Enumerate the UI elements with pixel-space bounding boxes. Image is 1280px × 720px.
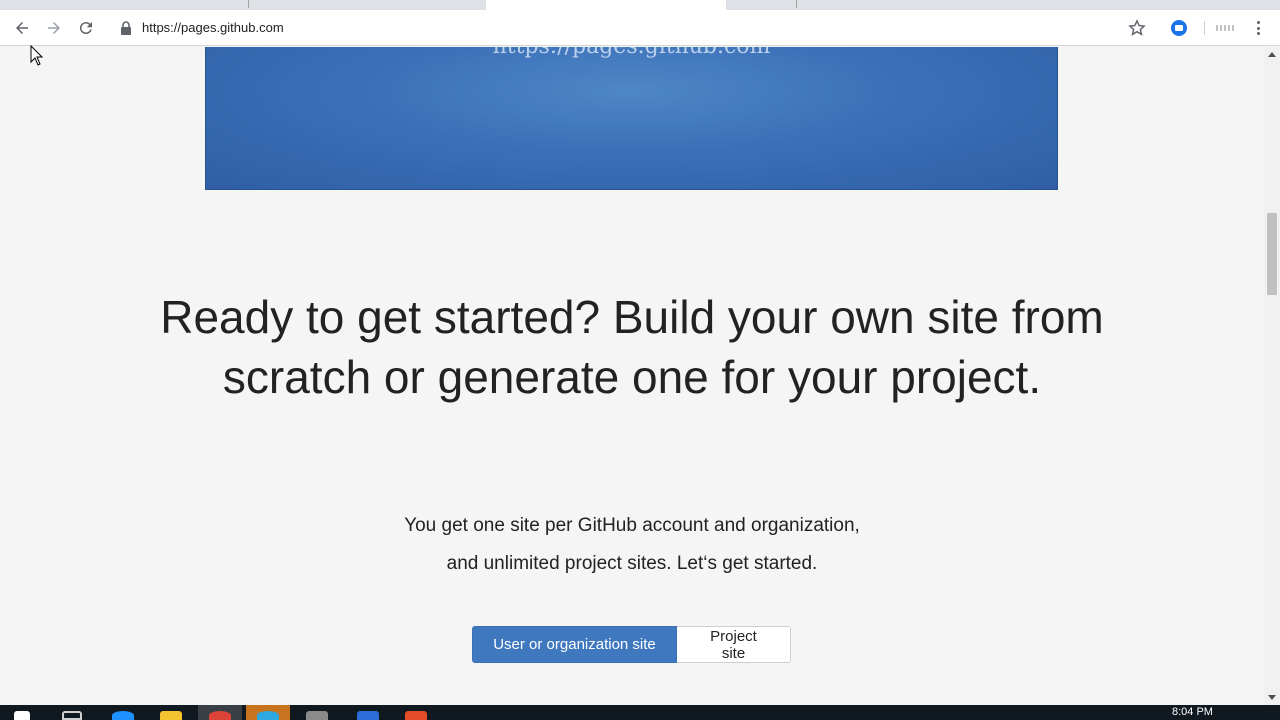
- user-or-organization-site-button[interactable]: User or organization site: [472, 626, 677, 663]
- reload-icon: [79, 22, 92, 35]
- star-icon[interactable]: [1127, 18, 1147, 38]
- scroll-up-icon[interactable]: [1268, 52, 1276, 57]
- site-type-selector: User or organization site Project site: [472, 626, 791, 663]
- vertical-scrollbar[interactable]: [1264, 47, 1280, 705]
- active-tab[interactable]: [486, 0, 726, 10]
- page-content: https://pages.github.com Ready to get st…: [0, 47, 1264, 705]
- forward-arrow-icon: [48, 22, 60, 34]
- hero-banner: https://pages.github.com: [205, 47, 1058, 190]
- app-icon[interactable]: [257, 711, 279, 720]
- task-view-icon[interactable]: [62, 711, 82, 720]
- video-extension-icon[interactable]: [1171, 20, 1187, 36]
- project-site-button[interactable]: Project site: [677, 626, 791, 663]
- toolbar-divider: [1204, 21, 1205, 35]
- tab-strip: [0, 0, 1280, 10]
- back-button[interactable]: [10, 16, 34, 40]
- edge-icon[interactable]: [112, 711, 134, 720]
- page-headline: Ready to get started? Build your own sit…: [160, 291, 1104, 403]
- browser-toolbar: https://pages.github.com: [0, 10, 1280, 46]
- mouse-cursor-icon: [30, 45, 44, 66]
- start-icon[interactable]: [14, 711, 30, 720]
- vscode-icon[interactable]: [357, 711, 379, 720]
- scrollbar-thumb[interactable]: [1267, 213, 1277, 295]
- hero-banner-text: https://pages.github.com: [206, 47, 1057, 59]
- scroll-down-icon[interactable]: [1268, 695, 1276, 700]
- subtext-line: You get one site per GitHub account and …: [404, 515, 860, 536]
- taskbar-clock[interactable]: 8:04 PM: [1172, 706, 1213, 718]
- back-arrow-icon: [16, 22, 28, 34]
- page-subtext: You get one site per GitHub account and …: [300, 507, 964, 583]
- subtext-line: and unlimited project sites. Let‘s get s…: [446, 553, 818, 574]
- app-icon[interactable]: [306, 711, 328, 720]
- html-editor-icon[interactable]: [405, 711, 427, 720]
- tab-separator: [796, 0, 797, 8]
- vertical-dots-icon[interactable]: [1250, 19, 1266, 37]
- forward-button[interactable]: [42, 16, 66, 40]
- extension-icon[interactable]: [1216, 25, 1236, 31]
- chrome-icon[interactable]: [209, 711, 231, 720]
- address-bar[interactable]: https://pages.github.com: [142, 20, 284, 35]
- reload-button[interactable]: [74, 16, 98, 40]
- tab-separator: [248, 0, 249, 8]
- lock-icon: [121, 21, 131, 35]
- windows-taskbar: 8:04 PM: [0, 705, 1280, 720]
- file-explorer-icon[interactable]: [160, 711, 182, 720]
